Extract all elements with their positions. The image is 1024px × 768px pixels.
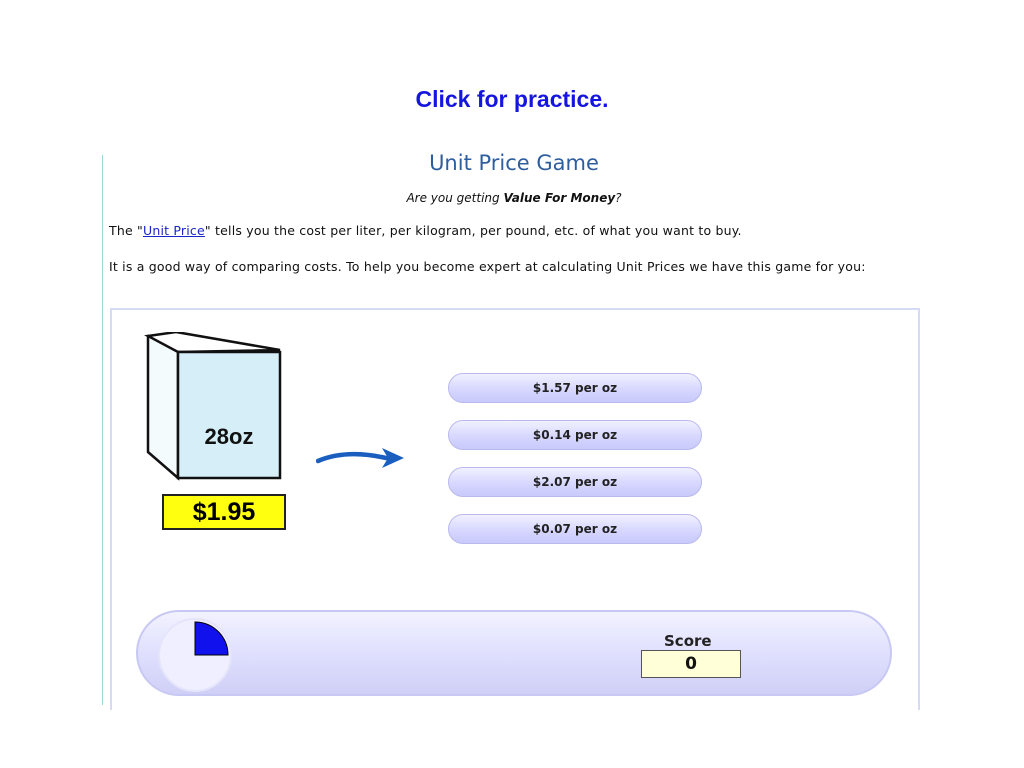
answer-list: $1.57 per oz $0.14 per oz $2.07 per oz $… bbox=[448, 373, 702, 561]
answer-option-4[interactable]: $0.07 per oz bbox=[448, 514, 702, 544]
subtitle-bold: Value For Money bbox=[503, 191, 616, 205]
score-bar: Score 0 bbox=[136, 610, 892, 696]
subtitle-suffix: ? bbox=[615, 191, 622, 205]
score-label: Score bbox=[664, 632, 712, 650]
subtitle-prefix: Are you getting bbox=[406, 191, 504, 205]
game-panel: 28oz $1.95 $1.57 per oz $0.14 per oz $2.… bbox=[110, 308, 920, 710]
price-tag: $1.95 bbox=[162, 494, 286, 530]
game-subtitle: Are you getting Value For Money? bbox=[102, 191, 926, 205]
practice-link[interactable]: Click for practice. bbox=[0, 86, 1024, 113]
game-screenshot: Unit Price Game Are you getting Value Fo… bbox=[102, 151, 932, 710]
score-value: 0 bbox=[641, 650, 741, 678]
answer-option-2[interactable]: $0.14 per oz bbox=[448, 420, 702, 450]
answer-option-3[interactable]: $2.07 per oz bbox=[448, 467, 702, 497]
timer-icon bbox=[156, 616, 234, 698]
game-title: Unit Price Game bbox=[429, 151, 599, 175]
answer-option-1[interactable]: $1.57 per oz bbox=[448, 373, 702, 403]
product-size-label: 28oz bbox=[205, 424, 254, 449]
intro-text-before: The " bbox=[109, 223, 143, 238]
unit-price-link[interactable]: Unit Price bbox=[143, 223, 205, 238]
intro-text-after: " tells you the cost per liter, per kilo… bbox=[204, 223, 742, 238]
product-box-icon: 28oz bbox=[144, 330, 284, 486]
arrow-right-icon bbox=[315, 443, 408, 475]
divider-line bbox=[102, 155, 103, 705]
intro-paragraph-2: It is a good way of comparing costs. To … bbox=[109, 259, 866, 274]
intro-paragraph: The "Unit Price" tells you the cost per … bbox=[109, 223, 742, 238]
